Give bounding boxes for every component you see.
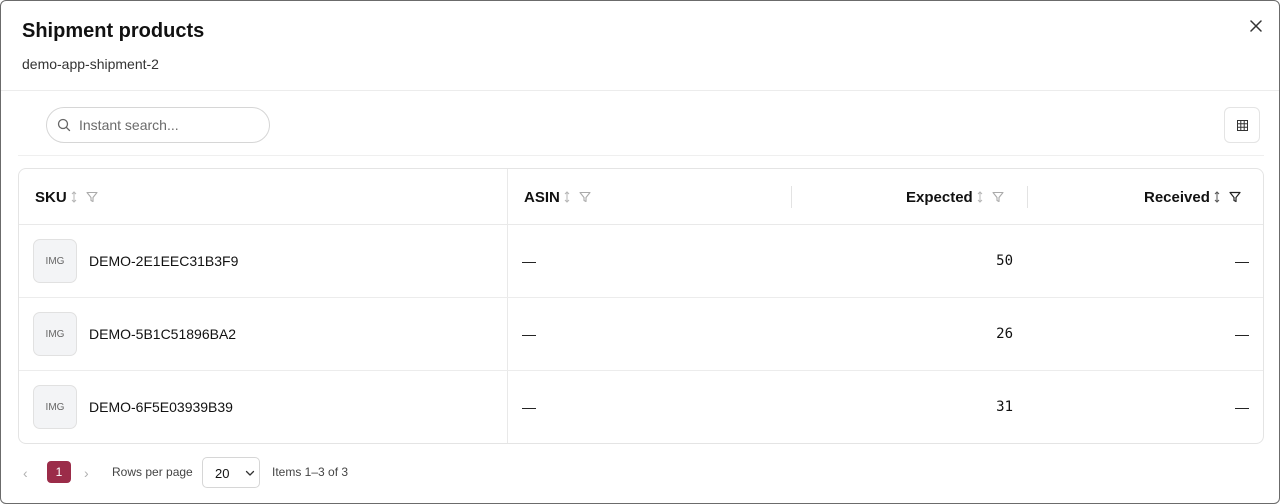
- column-header-label: ASIN: [524, 188, 560, 206]
- close-button[interactable]: [1245, 15, 1267, 37]
- modal-subtitle: demo-app-shipment-2: [22, 56, 159, 72]
- rows-per-page-label: Rows per page: [112, 465, 193, 479]
- search-input[interactable]: [79, 108, 264, 142]
- table-toolbar: [18, 91, 1264, 156]
- page-1-button[interactable]: 1: [47, 461, 71, 483]
- filter-icon[interactable]: [992, 191, 1004, 203]
- cell-sku: DEMO-2E1EEC31B3F9: [89, 253, 239, 269]
- column-header-expected[interactable]: Expected: [906, 169, 1004, 225]
- sort-icon[interactable]: [976, 191, 984, 203]
- product-thumbnail: IMG: [33, 385, 77, 429]
- filter-icon[interactable]: [579, 191, 591, 203]
- header-separator: [1027, 186, 1028, 208]
- shipment-products-modal: Shipment products demo-app-shipment-2 In…: [0, 0, 1280, 504]
- table-row[interactable]: IMG DEMO-5B1C51896BA2 — 26 —: [19, 298, 1263, 371]
- grid-icon: [1236, 119, 1248, 131]
- products-table: SKU ASIN Expected Received IMG DEMO-2E1E…: [18, 168, 1264, 444]
- items-summary: Items 1–3 of 3: [272, 465, 349, 479]
- column-header-sku[interactable]: SKU: [35, 169, 98, 225]
- cell-received: —: [1235, 399, 1249, 415]
- columns-toggle-button[interactable]: [1224, 107, 1260, 143]
- product-thumbnail: IMG: [33, 312, 77, 356]
- header-separator: [791, 186, 792, 208]
- filter-icon[interactable]: [1229, 191, 1241, 203]
- cell-asin: —: [522, 253, 536, 269]
- cell-received: —: [1235, 253, 1249, 269]
- search-box[interactable]: [46, 107, 270, 143]
- column-header-label: Received: [1144, 188, 1210, 206]
- cell-received: —: [1235, 326, 1249, 342]
- chevron-down-icon: [245, 470, 255, 476]
- cell-expected: 31: [996, 399, 1013, 415]
- modal-header: Shipment products demo-app-shipment-2: [1, 1, 1279, 91]
- table-row[interactable]: IMG DEMO-6F5E03939B39 — 31 —: [19, 371, 1263, 443]
- cell-sku: DEMO-6F5E03939B39: [89, 399, 233, 415]
- column-header-received[interactable]: Received: [1144, 169, 1241, 225]
- filter-icon[interactable]: [86, 191, 98, 203]
- rows-per-page-value: 20: [215, 466, 230, 481]
- cell-expected: 26: [996, 326, 1013, 342]
- column-header-label: Expected: [906, 188, 973, 206]
- next-page-button[interactable]: ›: [84, 465, 89, 481]
- search-icon: [57, 118, 71, 132]
- product-thumbnail: IMG: [33, 239, 77, 283]
- cell-asin: —: [522, 326, 536, 342]
- modal-title: Shipment products: [22, 20, 205, 42]
- pagination-bar: ‹ 1 › Rows per page 20 Items 1–3 of 3: [18, 456, 1264, 490]
- sort-icon[interactable]: [70, 191, 78, 203]
- sort-icon[interactable]: [563, 191, 571, 203]
- cell-sku: DEMO-5B1C51896BA2: [89, 326, 237, 342]
- table-header-row: SKU ASIN Expected Received: [19, 169, 1263, 225]
- sort-icon[interactable]: [1213, 191, 1221, 203]
- table-row[interactable]: IMG DEMO-2E1EEC31B3F9 — 50 —: [19, 225, 1263, 298]
- column-header-asin[interactable]: ASIN: [524, 169, 591, 225]
- cell-expected: 50: [996, 253, 1013, 269]
- prev-page-button[interactable]: ‹: [23, 465, 28, 481]
- rows-per-page-select[interactable]: 20: [202, 457, 260, 488]
- cell-asin: —: [522, 399, 536, 415]
- column-header-label: SKU: [35, 188, 67, 206]
- close-icon: [1250, 20, 1262, 32]
